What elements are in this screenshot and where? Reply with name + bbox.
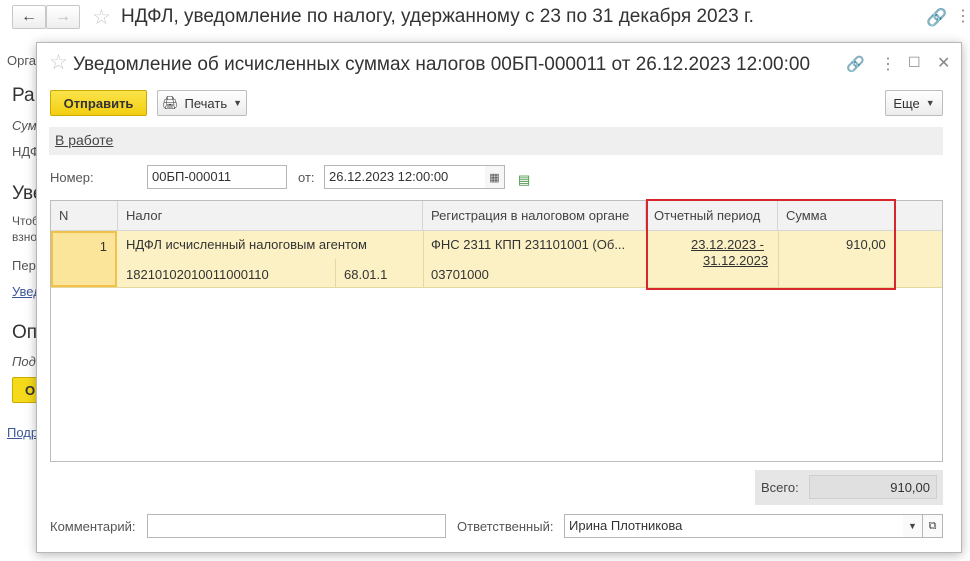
bg-sub-label: Под (12, 354, 36, 369)
bg-org-label: Орга (7, 53, 37, 68)
more-vertical-icon[interactable]: ⋮ (880, 54, 896, 74)
calendar-button[interactable]: ▦ (485, 165, 505, 189)
status-bar: В работе (49, 127, 943, 155)
bg-yellow-button-label: О (25, 383, 36, 398)
back-button[interactable]: ← (12, 5, 46, 29)
kbk-cell[interactable]: 18210102010011000110 (126, 267, 269, 282)
forward-button[interactable]: → (46, 5, 80, 29)
row-number: 1 (99, 239, 107, 254)
column-header-registration[interactable]: Регистрация в налоговом органе (423, 201, 646, 231)
date-label: от: (298, 170, 315, 185)
column-divider (423, 231, 424, 287)
back-arrow-icon: ← (21, 8, 37, 25)
bg-period-label: Пер (12, 258, 36, 273)
bg-payment-heading: Оп (12, 322, 38, 343)
more-button-label: Еще (893, 95, 920, 111)
number-label: Номер: (50, 170, 94, 185)
total-value: 910,00 (809, 475, 937, 499)
print-button-label: Печать (184, 95, 228, 111)
total-bar: Всего: 910,00 (755, 470, 943, 505)
print-button[interactable]: 🖨 Печать ▼ (157, 90, 247, 116)
open-form-icon: ⧉ (928, 519, 937, 532)
oktmo-cell[interactable]: 03701000 (431, 267, 489, 282)
column-header-tax[interactable]: Налог (118, 201, 423, 231)
registration-cell[interactable]: ФНС 2311 КПП 231101001 (Об... (431, 237, 625, 252)
tax-name-cell[interactable]: НДФЛ исчисленный налоговым агентом (126, 237, 367, 252)
forward-arrow-icon: → (55, 8, 71, 25)
column-divider (335, 259, 336, 287)
date-field[interactable]: 26.12.2023 12:00:00 (324, 165, 486, 189)
chevron-down-icon: ▼ (233, 98, 243, 108)
row-number-cell[interactable]: 1 (51, 231, 117, 287)
send-button[interactable]: Отправить (50, 90, 147, 116)
more-vertical-icon[interactable]: ⋮ (955, 6, 970, 26)
notice-modal-window: ☆ Уведомление об исчисленных суммах нало… (36, 42, 962, 553)
bg-details-link[interactable]: Подр (7, 425, 38, 440)
printer-icon: 🖨 (161, 95, 179, 110)
comment-field[interactable] (147, 514, 446, 538)
total-label: Всего: (761, 480, 799, 495)
responsible-label: Ответственный: (457, 519, 554, 534)
responsible-dropdown-button[interactable]: ▼ (903, 514, 923, 538)
modal-title: Уведомление об исчисленных суммах налого… (73, 54, 811, 75)
chevron-down-icon: ▼ (908, 521, 917, 531)
responsible-open-button[interactable]: ⧉ (923, 514, 943, 538)
number-field[interactable]: 00БП-000011 (147, 165, 287, 189)
favorite-star-icon[interactable]: ☆ (92, 7, 111, 28)
more-button[interactable]: Еще ▼ (885, 90, 943, 116)
highlight-box (646, 199, 896, 290)
responsible-field[interactable]: Ирина Плотникова (564, 514, 904, 538)
bg-text-line2: взно (12, 230, 38, 244)
chevron-down-icon: ▼ (925, 98, 935, 108)
calendar-icon: ▦ (489, 171, 500, 184)
status-link[interactable]: В работе (55, 132, 113, 148)
comment-label: Комментарий: (50, 519, 136, 534)
send-button-label: Отправить (63, 95, 134, 111)
column-header-n[interactable]: N (51, 201, 118, 231)
bg-sum-label: Сум (12, 118, 37, 133)
bg-section-heading: Ра (12, 85, 35, 106)
green-list-icon[interactable]: ▤ (518, 172, 530, 188)
main-form-header: ← → ☆ НДФЛ, уведомление по налогу, удерж… (0, 0, 970, 36)
bg-text-line1: Чтоб (12, 214, 39, 228)
star-icon[interactable]: ☆ (49, 52, 68, 73)
maximize-icon[interactable]: ☐ (908, 54, 921, 71)
close-icon[interactable]: ✕ (937, 53, 950, 73)
main-form-title: НДФЛ, уведомление по налогу, удержанному… (121, 6, 754, 27)
link-icon[interactable]: 🔗 (846, 55, 865, 73)
account-cell[interactable]: 68.01.1 (344, 267, 387, 282)
link-icon[interactable]: 🔗 (926, 8, 947, 28)
